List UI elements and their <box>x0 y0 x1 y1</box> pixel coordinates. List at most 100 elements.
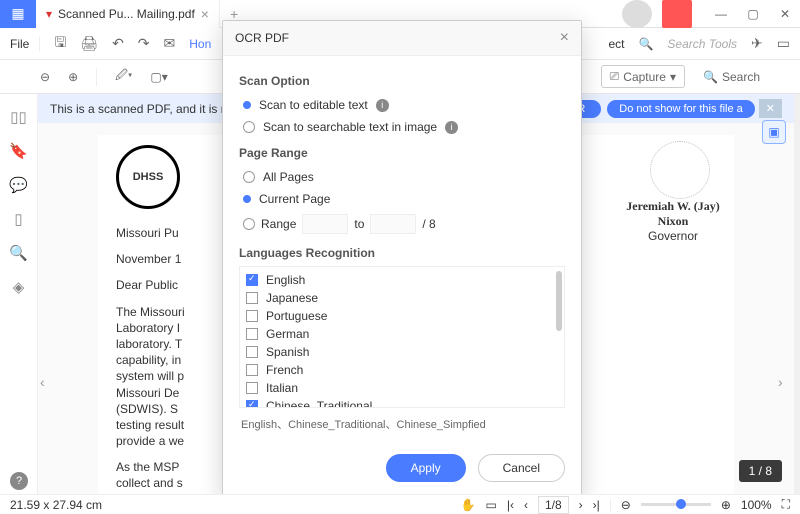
ocr-dialog: OCR PDF × Scan Option Scan to editable t… <box>222 20 582 497</box>
protect-tab-fragment[interactable]: ect <box>608 37 624 51</box>
shape-tool-icon[interactable]: ▢▾ <box>150 70 167 84</box>
checkbox-icon <box>246 382 258 394</box>
range-to-input[interactable] <box>370 214 416 234</box>
minimize-button[interactable]: — <box>706 0 736 28</box>
zoom-out-status-icon[interactable]: ⊖ <box>621 498 631 512</box>
range-from-input[interactable] <box>302 214 348 234</box>
notification-indicator[interactable] <box>662 0 692 28</box>
first-page-icon[interactable]: |‹ <box>507 498 514 512</box>
redo-icon[interactable]: ↷ <box>138 35 150 52</box>
close-tab-icon[interactable]: × <box>201 6 209 22</box>
bookmarks-icon[interactable]: 🔖 <box>9 142 28 160</box>
page-field[interactable]: 1/8 <box>538 496 569 514</box>
scrollbar[interactable] <box>556 271 562 331</box>
state-seal <box>650 141 710 199</box>
status-bar: 21.59 x 27.94 cm ✋ ▭ |‹ ‹ 1/8 › ›| ⊖ ⊕ 1… <box>0 494 800 514</box>
highlight-tool-icon[interactable]: 🖉▾ <box>115 66 132 87</box>
info-icon[interactable]: i <box>445 121 458 134</box>
next-page-arrow[interactable]: › <box>778 374 792 388</box>
sidebar: ▯▯ 🔖 💬 ▯ 🔍 ◈ <box>0 94 38 494</box>
cancel-button[interactable]: Cancel <box>478 454 565 482</box>
undo-icon[interactable]: ↶ <box>112 35 124 52</box>
page-dimensions: 21.59 x 27.94 cm <box>10 498 102 512</box>
checkbox-icon <box>246 292 258 304</box>
send-icon[interactable]: ✈ <box>751 35 763 52</box>
zoom-in-icon[interactable]: ⊕ <box>68 70 78 84</box>
languages-heading: Languages Recognition <box>239 246 565 260</box>
search-button[interactable]: 🔍 Search <box>703 70 760 84</box>
lang-option-italian[interactable]: Italian <box>240 379 564 397</box>
lang-option-portuguese[interactable]: Portuguese <box>240 307 564 325</box>
scan-editable-option[interactable]: Scan to editable text i <box>239 94 565 116</box>
attachments-icon[interactable]: ▯ <box>14 210 22 228</box>
zoom-out-icon[interactable]: ⊖ <box>40 70 50 84</box>
lang-option-german[interactable]: German <box>240 325 564 343</box>
radio-icon <box>243 101 251 109</box>
search-panel-icon[interactable]: 🔍 <box>9 244 28 262</box>
dismiss-banner-button[interactable]: Do not show for this file a <box>607 100 755 118</box>
doc-para-left: As the MSP collect and s <box>116 459 183 491</box>
doc-para-left: The Missouri Laboratory I laboratory. T … <box>116 304 185 450</box>
next-page-icon[interactable]: › <box>579 498 583 512</box>
dhss-seal: DHSS <box>116 145 180 209</box>
radio-icon <box>243 121 255 133</box>
prev-page-arrow[interactable]: ‹ <box>40 374 54 388</box>
maximize-button[interactable]: ▢ <box>738 0 768 28</box>
hand-tool-icon[interactable]: ✋ <box>461 498 476 512</box>
checkbox-icon <box>246 328 258 340</box>
zoom-slider[interactable] <box>641 503 711 506</box>
range-total: / 8 <box>422 217 435 231</box>
tab-pdf-icon: ▾ <box>46 7 52 21</box>
layers-icon[interactable]: ◈ <box>13 278 25 296</box>
lang-option-japanese[interactable]: Japanese <box>240 289 564 307</box>
selected-languages-summary: English、Chinese_Traditional、Chinese_Simp… <box>239 408 565 440</box>
dialog-close-icon[interactable]: × <box>560 29 569 47</box>
search-icon: 🔍 <box>703 70 718 84</box>
languages-list: English Japanese Portuguese German Spani… <box>239 266 565 408</box>
checkbox-icon <box>246 310 258 322</box>
lang-option-spanish[interactable]: Spanish <box>240 343 564 361</box>
mail-icon[interactable]: ✉ <box>164 35 176 52</box>
zoom-value[interactable]: 100% <box>741 498 772 512</box>
help-button[interactable]: ? <box>10 472 28 490</box>
last-page-icon[interactable]: ›| <box>593 498 600 512</box>
lang-option-english[interactable]: English <box>240 271 564 289</box>
radio-icon <box>243 218 255 230</box>
close-banner-icon[interactable]: ✕ <box>759 99 782 118</box>
search-tools-icon: 🔍 <box>638 37 653 51</box>
page-range-heading: Page Range <box>239 146 565 160</box>
current-page-option[interactable]: Current Page <box>239 188 565 210</box>
presentation-icon[interactable]: ▭ <box>777 35 790 52</box>
lang-option-chinese-traditional[interactable]: Chinese_Traditional <box>240 397 564 408</box>
page-indicator: 1 / 8 <box>739 460 782 482</box>
capture-button[interactable]: ⎚ Capture▾ <box>601 65 685 88</box>
info-icon[interactable]: i <box>376 99 389 112</box>
select-tool-icon[interactable]: ▭ <box>485 498 496 512</box>
camera-icon: ⎚ <box>610 69 620 84</box>
search-tools-input[interactable]: Search Tools <box>667 37 737 51</box>
comments-icon[interactable]: 💬 <box>9 176 28 194</box>
apply-button[interactable]: Apply <box>386 454 466 482</box>
scan-searchable-option[interactable]: Scan to searchable text in image i <box>239 116 565 138</box>
close-window-button[interactable]: ✕ <box>770 0 800 28</box>
checkbox-icon <box>246 274 258 286</box>
dialog-title: OCR PDF <box>235 31 289 45</box>
app-logo[interactable]: ▦ <box>0 0 36 28</box>
home-tab[interactable]: Hon <box>189 37 211 51</box>
radio-icon <box>243 171 255 183</box>
zoom-in-status-icon[interactable]: ⊕ <box>721 498 731 512</box>
radio-icon <box>243 195 251 203</box>
print-icon[interactable]: 🖨 <box>80 35 98 52</box>
fit-page-icon[interactable]: ⛶ <box>782 497 790 512</box>
scan-badge-icon[interactable]: ▣ <box>762 120 786 144</box>
thumbnails-icon[interactable]: ▯▯ <box>10 108 27 126</box>
range-option[interactable]: Range to / 8 <box>239 210 565 238</box>
file-menu[interactable]: File <box>10 37 40 51</box>
document-tab[interactable]: ▾ Scanned Pu... Mailing.pdf × <box>36 0 220 28</box>
save-icon[interactable]: 🖫 <box>54 32 66 56</box>
prev-page-icon[interactable]: ‹ <box>524 498 528 512</box>
all-pages-option[interactable]: All Pages <box>239 166 565 188</box>
avatar[interactable] <box>622 0 652 28</box>
tab-title: Scanned Pu... Mailing.pdf <box>58 7 195 21</box>
lang-option-french[interactable]: French <box>240 361 564 379</box>
